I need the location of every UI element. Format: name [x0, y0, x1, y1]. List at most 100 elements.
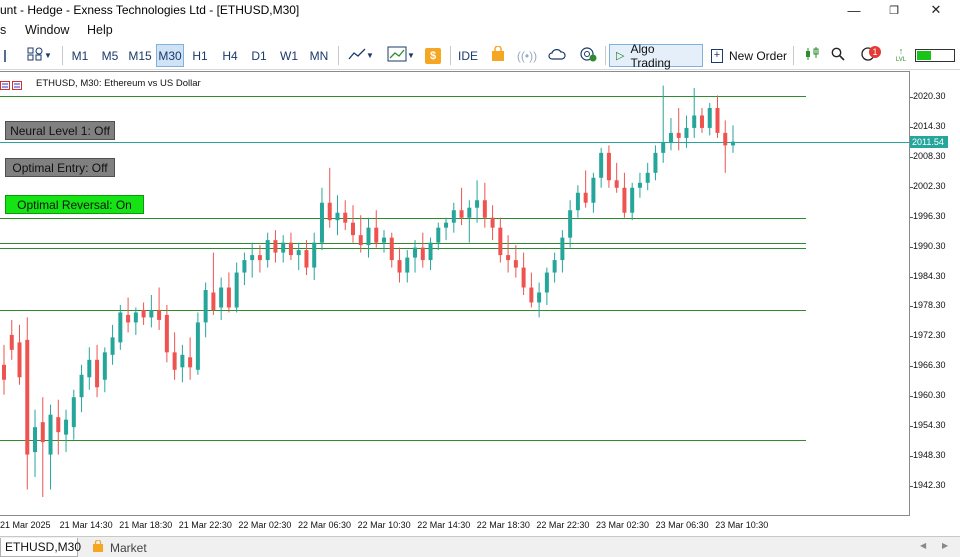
candle-bear [529, 287, 534, 303]
candle-bear [521, 267, 526, 288]
chart-tab-bar: ETHUSD,M30 Market ◀ ▶ [0, 536, 960, 557]
candle-bull [48, 414, 53, 455]
price-tick-mark [910, 277, 913, 278]
candle-bear [506, 255, 511, 261]
level-icon: ↑ [898, 46, 904, 56]
time-tick-label: 21 Mar 14:30 [59, 520, 113, 530]
scroll-left-icon[interactable]: ◀ [920, 541, 926, 550]
timeframe-mn[interactable]: MN [305, 44, 333, 67]
candle-bull [436, 227, 441, 243]
candle-bull [637, 182, 642, 188]
optimal-reversal-toggle[interactable]: Optimal Reversal: On [5, 195, 144, 214]
layout-dropdown-button[interactable]: ▼ [22, 44, 56, 67]
restore-button[interactable]: ❐ [874, 0, 914, 20]
time-tick-label: 22 Mar 02:30 [238, 520, 292, 530]
candle-bear [141, 309, 146, 318]
neural-level-toggle[interactable]: Neural Level 1: Off [5, 121, 115, 140]
price-tick-label: 1984.30 [913, 270, 946, 281]
candle-bull [568, 210, 573, 238]
indicators-dropdown[interactable]: ▼ [382, 44, 420, 67]
toolbar-separator [450, 46, 451, 65]
tab-ethusd-m30[interactable]: ETHUSD,M30 [0, 538, 81, 557]
chart-type-dropdown[interactable]: ▼ [344, 44, 378, 67]
candle-bear [164, 314, 169, 353]
candle-bear [188, 357, 193, 368]
candle-bull [413, 247, 418, 258]
cursor-tool-icon[interactable] [0, 44, 10, 67]
signals-button[interactable]: $ [423, 44, 443, 67]
candle-bull [475, 200, 480, 208]
candle-bull [296, 250, 301, 256]
price-tick-mark [910, 97, 913, 98]
time-tick-label: 23 Mar 02:30 [596, 520, 650, 530]
candle-bull [366, 227, 371, 246]
chart-area[interactable]: ETHUSD, M30: Ethereum vs US Dollar Neura… [0, 71, 910, 516]
depth-of-market-button[interactable] [800, 44, 824, 67]
candle-bull [71, 397, 76, 428]
candle-bear [583, 192, 588, 203]
signal-button[interactable]: ((•)) [516, 44, 538, 67]
timeframe-h4[interactable]: H4 [216, 44, 244, 67]
candle-bear [157, 309, 162, 320]
search-button[interactable] [828, 44, 848, 67]
time-axis[interactable]: 21 Mar 2025 21 Mar 14:30 21 Mar 18:30 21 Ma… [0, 516, 910, 536]
candle-bull [319, 202, 324, 243]
notifications-button[interactable]: 1 [856, 44, 882, 67]
candle-bear [513, 260, 518, 268]
globe-plus-icon [579, 46, 597, 65]
timeframe-w1[interactable]: W1 [275, 44, 303, 67]
community-button[interactable] [576, 44, 600, 67]
menu-item-tools[interactable]: s [0, 23, 6, 37]
cloud-icon [548, 47, 566, 64]
candle-bull [234, 272, 239, 308]
ide-button[interactable]: IDE [456, 44, 480, 67]
candle-bear [17, 342, 22, 378]
level-button[interactable]: ↑ LVL [892, 44, 910, 67]
timeframe-m15[interactable]: M15 [126, 44, 154, 67]
minimize-button[interactable]: — [834, 0, 874, 20]
candle-bull [118, 312, 123, 343]
candle-bull [428, 242, 433, 261]
price-tick-label: 2020.30 [913, 91, 946, 101]
market-button[interactable] [487, 44, 509, 67]
chevron-down-icon: ▼ [44, 51, 52, 60]
optimal-entry-toggle[interactable]: Optimal Entry: Off [5, 158, 115, 177]
timeframe-m1[interactable]: M1 [66, 44, 94, 67]
menu-item-window[interactable]: Window [25, 23, 69, 37]
candle-bear [606, 152, 611, 181]
candle-bull [544, 272, 549, 293]
chevron-down-icon: ▼ [366, 51, 374, 60]
connection-status-bar[interactable] [914, 44, 956, 67]
chart-window: ETHUSD, M30: Ethereum vs US Dollar Neura… [0, 71, 960, 536]
candle-bull [707, 107, 712, 128]
price-tick-mark [910, 486, 913, 487]
timeframe-m5[interactable]: M5 [96, 44, 124, 67]
menu-item-help[interactable]: Help [87, 23, 113, 37]
scroll-right-icon[interactable]: ▶ [942, 541, 948, 550]
candle-bear [2, 364, 6, 380]
price-tick-mark [910, 247, 913, 248]
current-price-label: 2011.54 [910, 135, 948, 148]
price-tick-label: 1948.30 [913, 450, 946, 461]
vps-button[interactable] [546, 44, 568, 67]
new-order-button[interactable]: + New Order [709, 44, 789, 67]
candle-bull [444, 222, 449, 228]
candle-bear [40, 422, 45, 443]
candle-bear [397, 260, 402, 273]
candle-bull [684, 127, 689, 138]
time-tick-label: 22 Mar 10:30 [357, 520, 411, 530]
candle-bear [288, 242, 293, 256]
algo-trading-button[interactable]: ▷ Algo Trading [609, 42, 703, 70]
timeframe-h1[interactable]: H1 [186, 44, 214, 67]
candle-bear [25, 339, 30, 455]
notification-badge: 1 [869, 46, 881, 58]
candle-bear [9, 334, 14, 350]
timeframe-d1[interactable]: D1 [245, 44, 273, 67]
tab-market[interactable]: Market [92, 538, 147, 557]
candle-bear [172, 352, 177, 370]
price-tick-mark [910, 306, 913, 307]
close-button[interactable]: ✕ [916, 0, 956, 20]
candle-bull [87, 359, 92, 378]
time-tick-label: 21 Mar 22:30 [178, 520, 232, 530]
timeframe-m30[interactable]: M30 [156, 44, 184, 67]
